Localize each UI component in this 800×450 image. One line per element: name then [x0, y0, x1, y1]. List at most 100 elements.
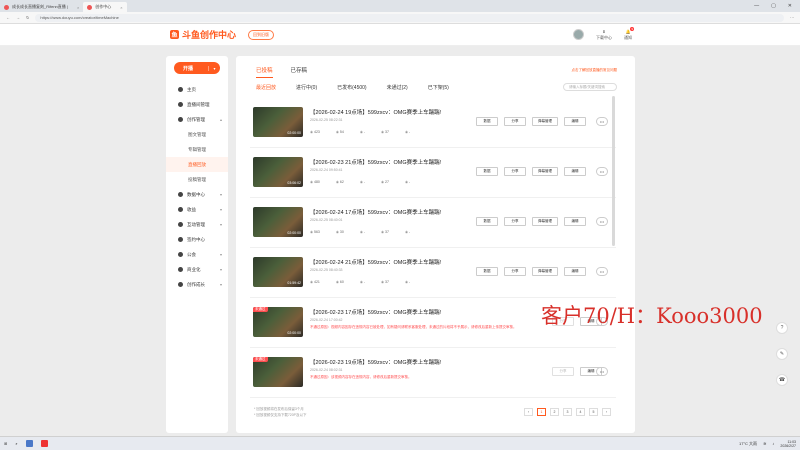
refresh-icon[interactable]: ↻: [26, 15, 29, 20]
minimize-icon[interactable]: —: [754, 3, 759, 9]
action-button[interactable]: 数据: [476, 117, 498, 126]
sidebar-subitem[interactable]: 图文管理: [166, 127, 228, 142]
download-center-button[interactable]: ⬇ 下载中心: [596, 29, 612, 41]
sidebar-item[interactable]: 直播间管理: [166, 97, 228, 112]
search-input[interactable]: 请输入标题/关键词搜索: [563, 83, 617, 91]
site-logo[interactable]: 鱼斗鱼创作中心: [170, 28, 236, 41]
browser-tabbar: 成长成长直播复刻_Rifenn直播 | × 创作中心 × — ▢ ✕: [0, 0, 800, 12]
sidebar: 开播 ▾ 主页 直播间管理 创作管理 ▴ 图文管理 专辑管理 直播回放 投稿管理 数据中心 ▾ 收益 ▾…: [166, 56, 228, 433]
duration-label: 02:00:00: [287, 131, 301, 135]
back-icon[interactable]: ←: [6, 15, 10, 20]
sidebar-item[interactable]: 公会 ▾: [166, 247, 228, 262]
filter-rejected[interactable]: 未通过(2): [387, 84, 408, 91]
action-button[interactable]: 数据: [476, 217, 498, 226]
sidebar-subitem[interactable]: 投稿管理: [166, 172, 228, 187]
help-icon[interactable]: ?: [776, 322, 788, 334]
action-button[interactable]: 数据: [476, 267, 498, 276]
action-button[interactable]: 弹幕管理: [532, 217, 558, 226]
sidebar-item[interactable]: 商业化 ▾: [166, 262, 228, 277]
action-button[interactable]: 编辑: [564, 117, 586, 126]
page-button[interactable]: ›: [602, 408, 611, 416]
maximize-icon[interactable]: ▢: [771, 3, 776, 9]
sidebar-item[interactable]: 主页: [166, 82, 228, 97]
action-button[interactable]: 编辑: [564, 167, 586, 176]
action-button[interactable]: 分享: [504, 267, 526, 276]
more-options-icon[interactable]: •••: [596, 117, 608, 126]
browser-tab-active[interactable]: 创作中心 ×: [83, 2, 127, 12]
action-button[interactable]: 弹幕管理: [532, 117, 558, 126]
close-icon[interactable]: ×: [120, 5, 122, 10]
video-thumbnail[interactable]: 02:00:00: [253, 207, 303, 237]
old-version-button[interactable]: 回到旧版: [248, 29, 275, 40]
more-options-icon[interactable]: •••: [596, 167, 608, 176]
video-title[interactable]: 【2026-02-24 19点场】599zxcv：OMG赛季上车踹踹!: [310, 108, 441, 116]
tab-drafts[interactable]: 已存稿: [291, 66, 308, 78]
clock[interactable]: 11:03 2026/2/27: [780, 440, 796, 448]
action-button[interactable]: 弹幕管理: [532, 267, 558, 276]
menu-icon[interactable]: ⋯: [790, 15, 794, 20]
windows-start-icon[interactable]: ⊞: [4, 441, 7, 446]
page-button[interactable]: 1: [537, 408, 546, 416]
sidebar-item[interactable]: 收益 ▾: [166, 202, 228, 217]
service-icon[interactable]: ☎: [776, 374, 788, 386]
feedback-icon[interactable]: ✎: [776, 348, 788, 360]
video-thumbnail[interactable]: 未通过: [253, 357, 303, 387]
action-button[interactable]: 分享: [504, 217, 526, 226]
url-input[interactable]: https://www.douyu.com/creator/timeMachin…: [35, 13, 784, 22]
video-title[interactable]: 【2026-02-23 21点场】599zxcv：OMG赛季上车踹踹!: [310, 158, 441, 166]
chevron-icon: ▾: [219, 282, 222, 287]
browser-icon[interactable]: [40, 440, 48, 447]
forward-icon[interactable]: →: [16, 15, 20, 20]
search-icon[interactable]: ⌕: [15, 441, 17, 446]
video-thumbnail[interactable]: 03:06:02: [253, 157, 303, 187]
sidebar-item-label: 创作成长: [187, 281, 205, 287]
filter-recent[interactable]: 最近回放: [256, 84, 276, 91]
video-title[interactable]: 【2026-02-23 19点场】599zxcv：OMG赛季上车踹踹!: [310, 358, 441, 366]
filter-removed[interactable]: 已下架(5): [428, 84, 449, 91]
video-title[interactable]: 【2026-02-24 17点场】599zxcv：OMG赛季上车踹踹!: [310, 208, 441, 216]
video-thumbnail[interactable]: 01:59:42: [253, 257, 303, 287]
sidebar-item[interactable]: 签约中心: [166, 232, 228, 247]
sidebar-item[interactable]: 创作成长 ▾: [166, 277, 228, 292]
sidebar-item[interactable]: 数据中心 ▾: [166, 187, 228, 202]
sidebar-subitem[interactable]: 专辑管理: [166, 142, 228, 157]
more-options-icon[interactable]: •••: [596, 367, 608, 376]
scrollbar[interactable]: [612, 96, 615, 246]
video-date: 2026-02-24 17:00:42: [310, 318, 343, 322]
tab-submitted[interactable]: 已投稿: [256, 66, 273, 78]
faq-link[interactable]: 点击了解回放直播的常见问题: [572, 68, 618, 73]
close-icon[interactable]: ×: [77, 5, 79, 10]
start-live-button[interactable]: 开播 ▾: [174, 62, 220, 74]
video-thumbnail[interactable]: 02:00:00: [253, 107, 303, 137]
action-button[interactable]: 分享: [504, 117, 526, 126]
page-button[interactable]: 5: [589, 408, 598, 416]
action-button[interactable]: 数据: [476, 167, 498, 176]
page-button[interactable]: 3: [563, 408, 572, 416]
action-button[interactable]: 编辑: [564, 267, 586, 276]
notification-button[interactable]: 🔔 9 通知: [624, 26, 634, 41]
action-button[interactable]: 分享: [504, 167, 526, 176]
page-button[interactable]: 2: [550, 408, 559, 416]
page-button[interactable]: 4: [576, 408, 585, 416]
sidebar-subitem[interactable]: 直播回放: [166, 157, 228, 172]
video-thumbnail[interactable]: 未通过 02:00:00: [253, 307, 303, 337]
volume-icon[interactable]: ♪: [772, 441, 774, 446]
chevron-down-icon[interactable]: ▾: [208, 65, 220, 71]
more-options-icon[interactable]: •••: [596, 217, 608, 226]
video-title[interactable]: 【2026-02-24 21点场】599zxcv：OMG赛季上车踹踹!: [310, 258, 441, 266]
wifi-icon[interactable]: ≋: [763, 441, 766, 446]
more-options-icon[interactable]: •••: [596, 267, 608, 276]
filter-published[interactable]: 已发布(4500): [337, 84, 366, 91]
action-button[interactable]: 弹幕管理: [532, 167, 558, 176]
browser-tab[interactable]: 成长成长直播复刻_Rifenn直播 | ×: [0, 2, 83, 12]
avatar[interactable]: [573, 29, 584, 40]
filter-in-progress[interactable]: 进行中(0): [296, 84, 317, 91]
close-window-icon[interactable]: ✕: [788, 3, 792, 9]
page-button[interactable]: ‹: [524, 408, 533, 416]
replay-list: 02:00:00 【2026-02-24 19点场】599zxcv：OMG赛季上车…: [250, 98, 616, 398]
sidebar-item[interactable]: 创作管理 ▴: [166, 112, 228, 127]
action-button[interactable]: 编辑: [564, 217, 586, 226]
video-title[interactable]: 【2026-02-23 17点场】599zxcv：OMG赛季上车踹踹!: [310, 308, 441, 316]
file-explorer-icon[interactable]: [25, 440, 33, 447]
sidebar-item[interactable]: 互动管理 ▾: [166, 217, 228, 232]
